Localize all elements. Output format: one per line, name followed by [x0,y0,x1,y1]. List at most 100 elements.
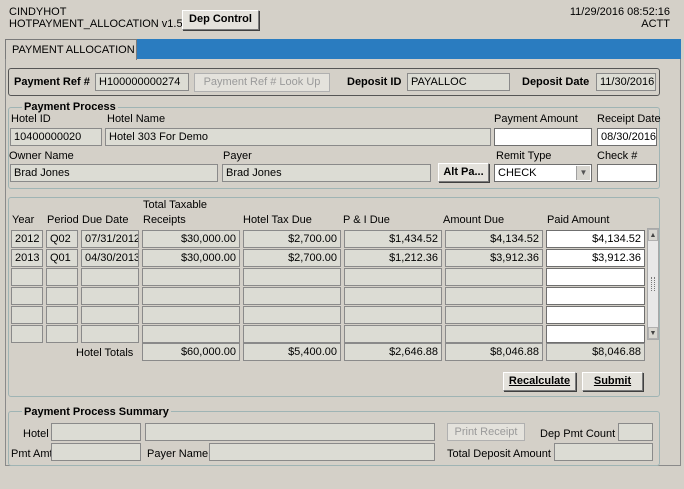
total-amount-due: $8,046.88 [445,343,543,361]
hotel-name-label: Hotel Name [107,113,166,125]
cell-paid[interactable]: $4,134.52 [546,230,645,248]
cell-period [46,325,78,343]
check-no-input[interactable] [597,164,657,182]
summary-hotel-name-field [145,423,435,441]
cell-taxable [142,325,240,343]
total-hotel-tax: $5,400.00 [243,343,341,361]
total-pi: $2,646.88 [344,343,442,361]
cell-taxable: $30,000.00 [142,230,240,248]
summary-hotel-id-field [51,423,141,441]
payer-name-field [209,443,435,461]
deposit-date-field: 11/30/2016 [596,73,656,91]
col-header-period: Period [47,214,79,226]
cell-due-date [81,306,139,324]
deposit-id-field: PAYALLOC [407,73,510,91]
payment-process-title: Payment Process [22,101,118,113]
payment-ref-label: Payment Ref # [14,76,90,88]
cell-taxable [142,287,240,305]
total-deposit-field [554,443,653,461]
summary-title: Payment Process Summary [22,406,171,418]
remit-type-label: Remit Type [496,150,552,162]
cell-year [11,306,43,324]
cell-paid[interactable] [546,268,645,286]
col-header-due-date: Due Date [82,214,129,226]
cell-amount-due [445,268,543,286]
payment-amount-input[interactable] [494,128,592,146]
dep-pmt-count-field [618,423,653,441]
cell-due-date: 07/31/2012 [81,230,139,248]
cell-hotel-tax [243,287,341,305]
cell-hotel-tax: $2,700.00 [243,230,341,248]
recalculate-button[interactable]: Recalculate [503,372,576,391]
col-header-year: Year [12,214,35,226]
cell-taxable: $30,000.00 [142,249,240,267]
cell-amount-due: $3,912.36 [445,249,543,267]
remit-type-value: CHECK [498,167,537,179]
cell-paid[interactable] [546,287,645,305]
cell-hotel-tax [243,268,341,286]
chevron-down-icon[interactable]: ▼ [576,166,590,180]
grid-scrollbar[interactable]: ▲ ▼ [647,228,659,340]
scroll-grip-icon[interactable] [651,277,655,291]
print-receipt-button[interactable]: Print Receipt [447,423,525,441]
cell-amount-due: $4,134.52 [445,230,543,248]
total-deposit-label: Total Deposit Amount [447,448,551,460]
cell-paid[interactable] [546,325,645,343]
payment-ref-input[interactable]: H100000000274 [95,73,189,91]
cell-period [46,287,78,305]
owner-name-label: Owner Name [9,150,74,162]
dep-control-button[interactable]: Dep Control [182,10,259,30]
payment-amount-label: Payment Amount [494,113,578,125]
tab-payment-allocation[interactable]: PAYMENT ALLOCATION [5,39,137,60]
receipt-date-input[interactable]: 08/30/2016 [597,128,657,146]
cell-paid[interactable]: $3,912.36 [546,249,645,267]
col-header-amount-due: Amount Due [443,214,505,226]
payment-ref-lookup-button[interactable]: Payment Ref # Look Up [194,73,330,92]
col-header-hotel-tax: Hotel Tax Due [243,214,312,226]
cell-year [11,268,43,286]
col-header-taxable-1: Total Taxable [143,199,208,211]
cell-hotel-tax [243,325,341,343]
col-header-pi: P & I Due [343,214,390,226]
cell-hotel-tax: $2,700.00 [243,249,341,267]
cell-taxable [142,306,240,324]
payer-label: Payer [223,150,252,162]
remit-type-select[interactable]: CHECK ▼ [494,164,592,182]
col-header-paid: Paid Amount [547,214,610,226]
environment: ACTT [641,18,670,30]
payer-name-label: Payer Name [147,448,209,460]
cell-amount-due [445,287,543,305]
scroll-down-icon[interactable]: ▼ [648,327,658,339]
deposit-id-label: Deposit ID [347,76,402,88]
alt-payer-button[interactable]: Alt Pa... [438,163,489,182]
receipt-date-label: Receipt Date [597,113,661,125]
total-paid: $8,046.88 [546,343,645,361]
cell-pi: $1,212.36 [344,249,442,267]
cell-pi [344,325,442,343]
owner-name-field: Brad Jones [10,164,218,182]
cell-period [46,268,78,286]
cell-pi: $1,434.52 [344,230,442,248]
cell-year [11,287,43,305]
hotel-id-field: 10400000020 [10,128,102,146]
summary-hotel-label: Hotel [23,428,49,440]
cell-pi [344,306,442,324]
cell-year: 2013 [11,249,43,267]
col-header-taxable-2: Receipts [143,214,186,226]
app-title: HOTPAYMENT_ALLOCATION v1.5 [9,18,183,30]
scroll-up-icon[interactable]: ▲ [648,229,658,241]
cell-due-date [81,325,139,343]
hotel-id-label: Hotel ID [11,113,51,125]
cell-year [11,325,43,343]
cell-year: 2012 [11,230,43,248]
total-taxable: $60,000.00 [142,343,240,361]
cell-period [46,306,78,324]
cell-paid[interactable] [546,306,645,324]
cell-hotel-tax [243,306,341,324]
cell-period: Q01 [46,249,78,267]
cell-due-date: 04/30/2013 [81,249,139,267]
deposit-date-label: Deposit Date [522,76,590,88]
cell-amount-due [445,306,543,324]
cell-period: Q02 [46,230,78,248]
submit-button[interactable]: Submit [582,372,643,391]
